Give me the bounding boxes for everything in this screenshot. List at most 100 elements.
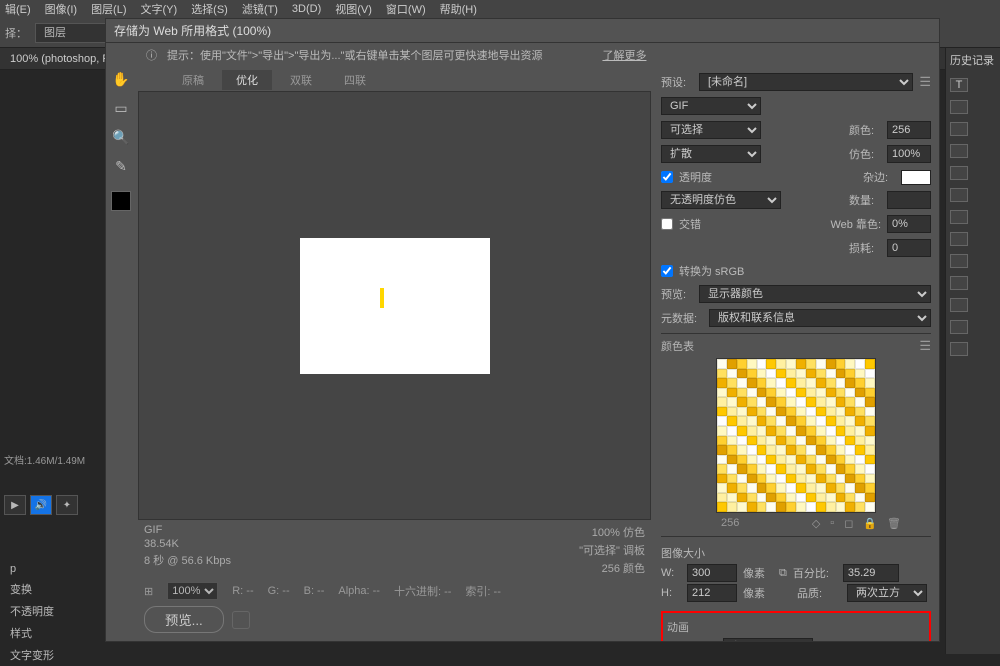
lossy-input[interactable] bbox=[887, 239, 931, 257]
color-swatch[interactable] bbox=[786, 416, 796, 426]
color-swatch[interactable] bbox=[747, 474, 757, 484]
color-swatch[interactable] bbox=[816, 502, 826, 512]
color-swatch[interactable] bbox=[826, 464, 836, 474]
color-swatch[interactable] bbox=[796, 397, 806, 407]
color-swatch[interactable] bbox=[717, 407, 727, 417]
color-swatch[interactable] bbox=[717, 359, 727, 369]
color-swatch[interactable] bbox=[727, 502, 737, 512]
zoom-select[interactable]: 100% bbox=[167, 582, 218, 600]
color-swatch[interactable] bbox=[816, 369, 826, 379]
loop-select[interactable]: 永远 bbox=[723, 638, 813, 641]
color-swatch[interactable] bbox=[806, 493, 816, 503]
color-swatch[interactable] bbox=[757, 378, 767, 388]
color-swatch[interactable] bbox=[845, 483, 855, 493]
color-swatch[interactable] bbox=[717, 369, 727, 379]
interlaced-checkbox[interactable] bbox=[661, 218, 673, 230]
color-swatch[interactable] bbox=[727, 359, 737, 369]
color-swatch[interactable] bbox=[766, 436, 776, 446]
color-swatch[interactable] bbox=[865, 445, 875, 455]
color-swatch[interactable] bbox=[747, 436, 757, 446]
color-swatch[interactable] bbox=[757, 455, 767, 465]
layer-item[interactable]: 变换 bbox=[0, 578, 100, 600]
color-swatch[interactable] bbox=[737, 369, 747, 379]
color-swatch[interactable] bbox=[855, 502, 865, 512]
color-swatch[interactable] bbox=[836, 359, 846, 369]
transparency-checkbox[interactable] bbox=[661, 171, 673, 183]
color-swatch[interactable] bbox=[826, 455, 836, 465]
color-swatch[interactable] bbox=[786, 407, 796, 417]
color-swatch[interactable] bbox=[796, 455, 806, 465]
color-swatch[interactable] bbox=[786, 493, 796, 503]
color-swatch[interactable] bbox=[786, 426, 796, 436]
color-swatch[interactable] bbox=[747, 369, 757, 379]
preview-viewport[interactable] bbox=[138, 91, 651, 520]
color-swatch[interactable] bbox=[816, 493, 826, 503]
color-swatch[interactable] bbox=[727, 436, 737, 446]
color-swatch[interactable] bbox=[757, 416, 767, 426]
color-swatch[interactable] bbox=[737, 388, 747, 398]
color-swatch[interactable] bbox=[865, 474, 875, 484]
color-swatch[interactable] bbox=[757, 369, 767, 379]
zoom-tool-icon[interactable]: 🔍 bbox=[112, 129, 129, 146]
dither-method-select[interactable]: 扩散 bbox=[661, 145, 761, 163]
color-swatch[interactable] bbox=[865, 359, 875, 369]
color-swatch[interactable] bbox=[826, 388, 836, 398]
color-swatch[interactable] bbox=[766, 407, 776, 417]
color-swatch[interactable] bbox=[747, 378, 757, 388]
color-swatch[interactable] bbox=[747, 502, 757, 512]
color-swatch[interactable] bbox=[727, 493, 737, 503]
panel-icon[interactable] bbox=[950, 298, 968, 312]
color-swatch[interactable] bbox=[766, 397, 776, 407]
layer-item[interactable]: 文字变形 bbox=[0, 644, 100, 666]
color-swatch[interactable] bbox=[747, 388, 757, 398]
color-swatch[interactable] bbox=[865, 369, 875, 379]
color-swatch[interactable] bbox=[796, 369, 806, 379]
color-swatch[interactable] bbox=[816, 407, 826, 417]
color-swatch[interactable] bbox=[845, 416, 855, 426]
color-swatch[interactable] bbox=[747, 483, 757, 493]
color-swatch[interactable] bbox=[727, 455, 737, 465]
color-swatch[interactable] bbox=[855, 378, 865, 388]
color-swatch[interactable] bbox=[855, 445, 865, 455]
color-swatch[interactable] bbox=[766, 502, 776, 512]
color-swatch[interactable] bbox=[855, 369, 865, 379]
layer-item[interactable]: p bbox=[0, 560, 100, 578]
color-swatch[interactable] bbox=[796, 416, 806, 426]
slice-tool-icon[interactable]: ▭ bbox=[114, 100, 127, 117]
color-swatch[interactable] bbox=[786, 455, 796, 465]
color-swatch[interactable] bbox=[855, 407, 865, 417]
color-swatch[interactable] bbox=[737, 474, 747, 484]
learn-more-link[interactable]: 了解更多 bbox=[602, 47, 646, 63]
color-swatch[interactable] bbox=[826, 378, 836, 388]
color-swatch[interactable] bbox=[806, 426, 816, 436]
menu-icon[interactable]: ☰ bbox=[919, 74, 931, 90]
color-swatch[interactable] bbox=[757, 407, 767, 417]
color-swatch[interactable] bbox=[826, 493, 836, 503]
tab-4up[interactable]: 四联 bbox=[330, 70, 380, 90]
color-swatch[interactable] bbox=[826, 502, 836, 512]
color-swatch[interactable] bbox=[836, 464, 846, 474]
color-swatch[interactable] bbox=[855, 455, 865, 465]
color-swatch[interactable] bbox=[747, 359, 757, 369]
color-swatch[interactable] bbox=[776, 502, 786, 512]
panel-icon[interactable] bbox=[950, 276, 968, 290]
color-swatch[interactable] bbox=[737, 464, 747, 474]
color-swatch[interactable] bbox=[796, 407, 806, 417]
panel-icon[interactable] bbox=[950, 342, 968, 356]
color-swatch[interactable] bbox=[737, 483, 747, 493]
color-swatch[interactable] bbox=[717, 464, 727, 474]
color-swatch[interactable] bbox=[766, 369, 776, 379]
trans-dither-select[interactable]: 无透明度仿色 bbox=[661, 191, 781, 209]
color-swatch[interactable] bbox=[786, 464, 796, 474]
color-swatch[interactable] bbox=[757, 502, 767, 512]
color-swatch[interactable] bbox=[816, 359, 826, 369]
color-swatch[interactable] bbox=[757, 445, 767, 455]
color-swatch[interactable] bbox=[737, 445, 747, 455]
color-swatch[interactable] bbox=[717, 397, 727, 407]
color-swatch[interactable] bbox=[816, 474, 826, 484]
color-swatch[interactable] bbox=[747, 493, 757, 503]
color-swatch[interactable] bbox=[826, 445, 836, 455]
color-swatch[interactable] bbox=[737, 426, 747, 436]
color-swatch[interactable] bbox=[757, 493, 767, 503]
color-swatch[interactable] bbox=[766, 474, 776, 484]
